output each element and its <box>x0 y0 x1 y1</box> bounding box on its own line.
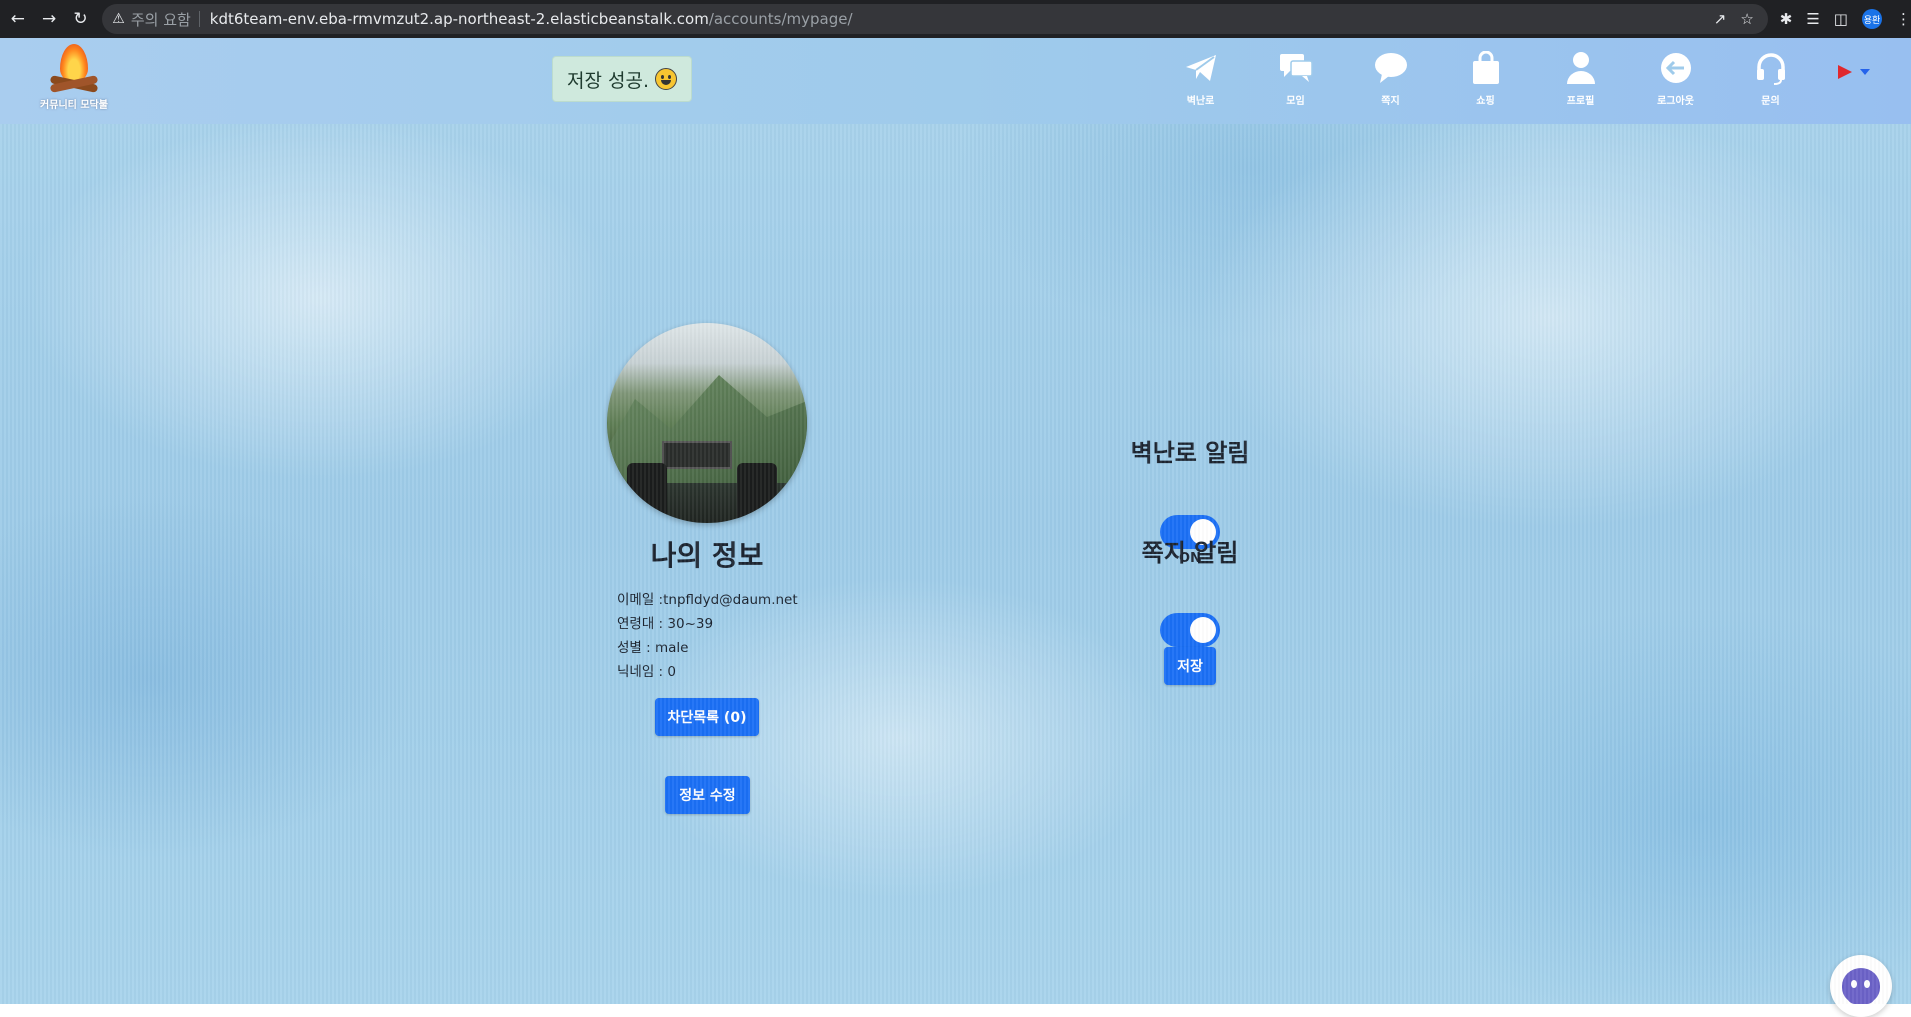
shopping-bag-icon <box>1466 48 1506 88</box>
profile-photo <box>607 323 807 523</box>
media-icon[interactable]: ☰ <box>1806 10 1819 28</box>
nav-label: 쇼핑 <box>1476 96 1495 107</box>
nav-item-shopping[interactable]: 쇼핑 <box>1438 44 1533 118</box>
site-logo[interactable]: 커뮤니티 모닥불 <box>36 44 112 120</box>
browser-toolbar: ← → ↻ ⚠ 주의 요함 kdt6team-env.eba-rmvmzut2.… <box>0 0 1911 38</box>
nav-label: 벽난로 <box>1186 96 1215 107</box>
site-header: 커뮤니티 모닥불 저장 성공. 벽난로 모임 쪽지 쇼핑 프로필 로그아웃 문의 <box>0 38 1911 124</box>
share-icon[interactable]: ↗ <box>1714 10 1727 28</box>
nickname-row: 닉네임 : 0 <box>617 664 676 680</box>
save-button[interactable]: 저장 <box>1164 647 1216 685</box>
campfire-icon <box>46 44 102 94</box>
chevron-down-icon <box>1860 69 1870 75</box>
forward-icon[interactable]: → <box>35 5 62 33</box>
edit-info-button[interactable]: 정보 수정 <box>665 776 750 814</box>
flag-icon <box>1838 65 1852 79</box>
nav-item-fireplace[interactable]: 벽난로 <box>1153 44 1248 118</box>
message-alarm-toggle[interactable] <box>1160 613 1220 647</box>
url-host: kdt6team-env.eba-rmvmzut2.ap-northeast-2… <box>209 10 709 28</box>
fireplace-alarm-title: 벽난로 알림 <box>1130 439 1250 467</box>
url-path: /accounts/mypage/ <box>708 10 853 28</box>
person-icon <box>1561 48 1601 88</box>
my-info-title: 나의 정보 <box>650 539 764 572</box>
back-icon[interactable]: ← <box>4 5 31 33</box>
page-body: 커뮤니티 모닥불 저장 성공. 벽난로 모임 쪽지 쇼핑 프로필 로그아웃 문의… <box>0 38 1911 1017</box>
gender-row: 성별 : male <box>617 640 689 656</box>
nav-label: 쪽지 <box>1381 96 1400 107</box>
language-dropdown[interactable] <box>1836 64 1870 80</box>
logo-text: 커뮤니티 모닥불 <box>40 100 108 111</box>
nav-item-profile[interactable]: 프로필 <box>1533 44 1628 118</box>
speech-bubble-icon <box>1371 48 1411 88</box>
email-row: 이메일 :tnpfldyd@daum.net <box>617 592 798 608</box>
side-panel-icon[interactable]: ◫ <box>1834 10 1848 28</box>
save-success-toast: 저장 성공. <box>552 56 692 102</box>
toast-message: 저장 성공. <box>567 69 649 92</box>
nav-label: 프로필 <box>1566 96 1595 107</box>
chatbot-icon <box>1842 968 1880 1004</box>
bookmark-star-icon[interactable]: ☆ <box>1740 10 1753 28</box>
reload-icon[interactable]: ↻ <box>67 5 94 33</box>
paper-plane-icon <box>1181 48 1221 88</box>
main-nav: 벽난로 모임 쪽지 쇼핑 프로필 로그아웃 문의 <box>1153 44 1818 118</box>
address-bar[interactable]: ⚠ 주의 요함 kdt6team-env.eba-rmvmzut2.ap-nor… <box>102 4 1768 34</box>
smile-emoji-icon <box>655 68 677 90</box>
nav-item-messages[interactable]: 쪽지 <box>1343 44 1438 118</box>
nav-item-meeting[interactable]: 모임 <box>1248 44 1343 118</box>
nav-label: 로그아웃 <box>1657 96 1694 107</box>
nav-item-inquiry[interactable]: 문의 <box>1723 44 1818 118</box>
nav-item-logout[interactable]: 로그아웃 <box>1628 44 1723 118</box>
profile-avatar-icon[interactable]: 용환 <box>1861 9 1882 29</box>
headset-icon <box>1751 48 1791 88</box>
more-menu-icon[interactable]: ⋮ <box>1896 10 1911 28</box>
nav-label: 문의 <box>1761 96 1780 107</box>
warning-icon: ⚠ <box>112 11 125 27</box>
block-list-button[interactable]: 차단목록 (0) <box>655 698 759 736</box>
profile-details: 이메일 :tnpfldyd@daum.net 연령대 : 30~39 성별 : … <box>617 588 798 684</box>
security-warning: 주의 요함 <box>130 10 191 29</box>
age-range-row: 연령대 : 30~39 <box>617 616 714 632</box>
logout-arrow-icon <box>1656 48 1696 88</box>
extensions-icon[interactable]: ✱ <box>1780 10 1793 28</box>
nav-label: 모임 <box>1286 96 1305 107</box>
chat-bubbles-icon <box>1276 48 1316 88</box>
message-alarm-title: 쪽지 알림 <box>1141 539 1239 567</box>
chatbot-button[interactable] <box>1830 955 1892 1017</box>
divider <box>198 11 200 27</box>
